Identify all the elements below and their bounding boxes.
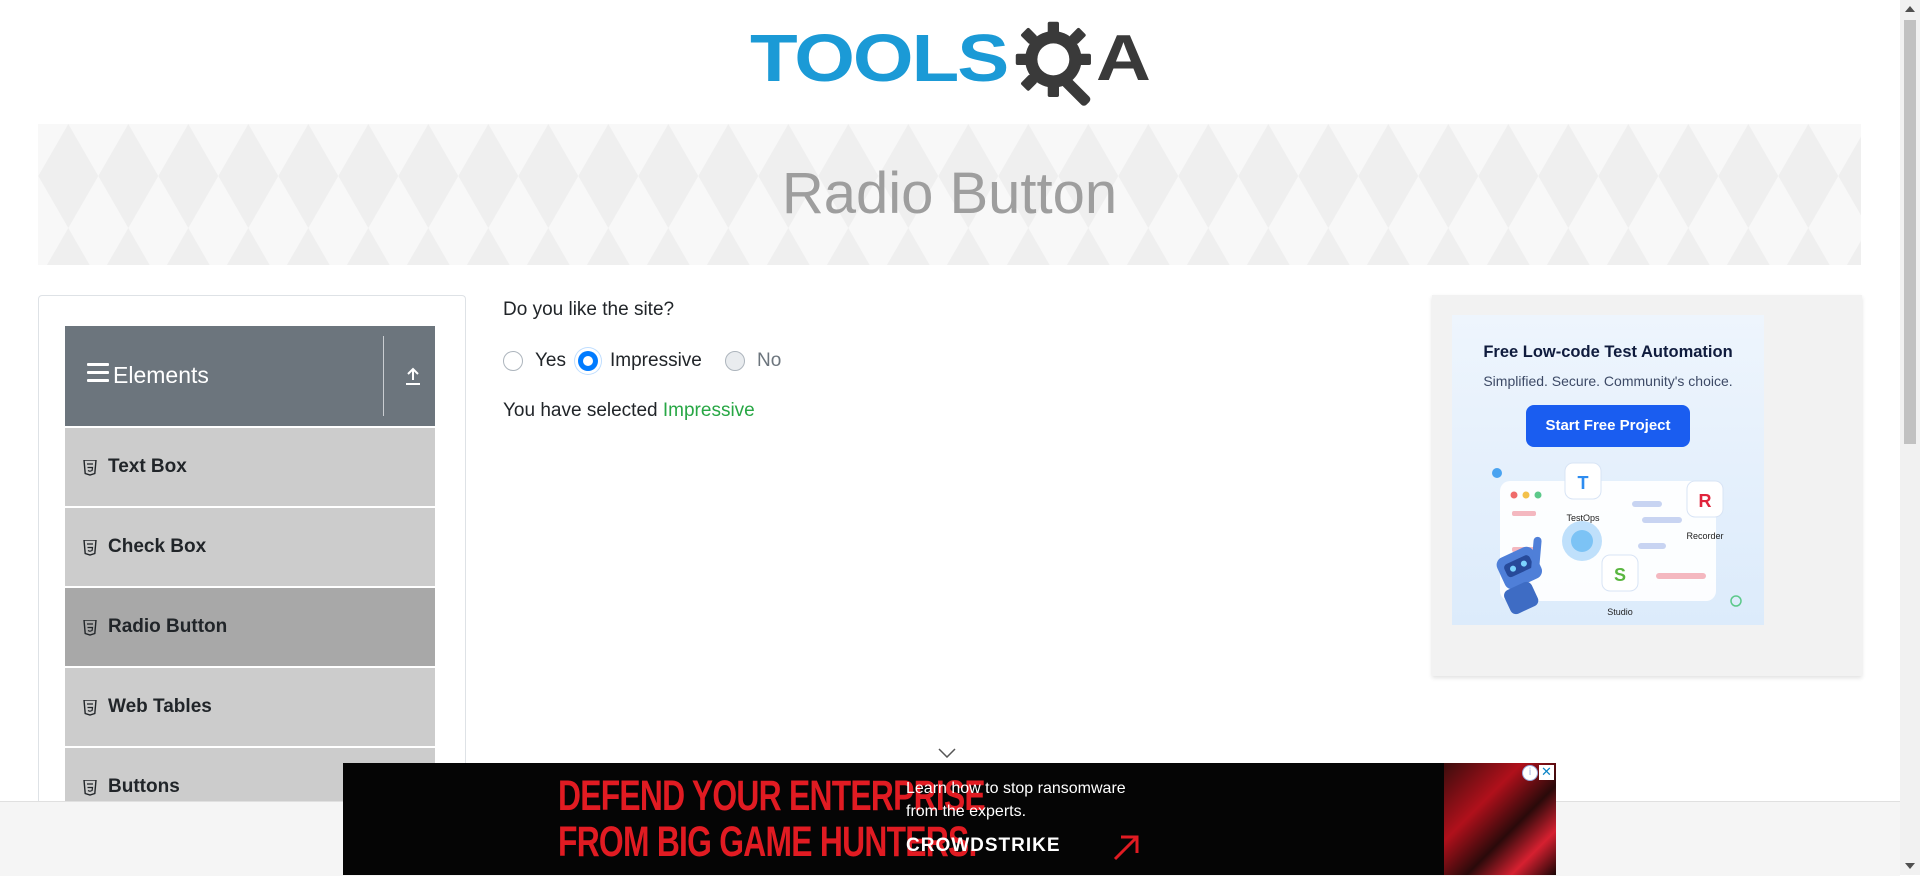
sidebar-item-label: Text Box (108, 456, 187, 477)
ad-label-testops: TestOps (1566, 513, 1600, 523)
svg-text:R: R (1699, 491, 1712, 511)
arrow-up-right-icon (1113, 835, 1139, 861)
radio-yes[interactable]: Yes (503, 348, 566, 374)
html5-icon (83, 700, 97, 716)
start-free-project-button[interactable]: Start Free Project (1526, 405, 1690, 447)
ad-copy: Learn how to stop ransomware from the ex… (906, 777, 1186, 823)
hamburger-icon (87, 363, 109, 383)
logo-word: TOOLS (750, 19, 1009, 96)
html5-icon (83, 460, 97, 476)
svg-text:S: S (1614, 565, 1626, 585)
html5-icon (83, 620, 97, 636)
ad-title: Free Low-code Test Automation (1483, 343, 1733, 361)
page-banner: Radio Button (38, 124, 1861, 265)
result-value: Impressive (662, 400, 755, 421)
result-prefix: You have selected (503, 400, 658, 421)
ad-label-recorder: Recorder (1686, 531, 1723, 541)
ad-copy-line2: from the experts. (906, 803, 1027, 820)
ad-illustration: T TestOps R Recorder S Studio (1492, 462, 1742, 617)
sidebar-item-label: Check Box (108, 536, 207, 557)
ad-bottom-banner[interactable]: DEFEND YOUR ENTERPRISE FROM BIG GAME HUN… (343, 763, 1556, 875)
chevron-down-icon[interactable] (938, 748, 956, 758)
scroll-up-arrow-icon[interactable] (1905, 6, 1915, 12)
html5-icon (83, 780, 97, 796)
sidebar-item-label: Web Tables (108, 696, 212, 717)
ad-close-icon[interactable]: ✕ (1539, 765, 1554, 780)
svg-text:T: T (1578, 473, 1589, 493)
ad-right-container: Free Low-code Test Automation Simplified… (1432, 295, 1862, 676)
radio-impressive-label[interactable]: Impressive (610, 350, 702, 372)
ad-info-icon[interactable]: i (1522, 765, 1538, 781)
sidebar-item-label: Buttons (108, 776, 180, 797)
gear-magnifier-icon (1015, 21, 1091, 106)
html5-icon (83, 540, 97, 556)
sidebar-item-web-tables[interactable]: Web Tables (65, 667, 435, 746)
radio-yes-input[interactable] (503, 351, 523, 371)
sidebar-item-radio-button[interactable]: Radio Button (65, 587, 435, 666)
page-scrollbar[interactable] (1900, 0, 1920, 875)
radio-question: Do you like the site? (503, 299, 675, 320)
scroll-down-arrow-icon[interactable] (1905, 863, 1915, 869)
radio-no: No (725, 348, 781, 374)
radio-no-input (725, 351, 745, 371)
ad-katalon-card[interactable]: Free Low-code Test Automation Simplified… (1452, 315, 1764, 625)
sidebar-item-label: Radio Button (108, 616, 228, 637)
radio-impressive[interactable]: Impressive (578, 348, 702, 374)
radio-yes-label[interactable]: Yes (535, 350, 566, 372)
selection-result: You have selected Impressive (503, 400, 755, 422)
sidebar-item-check-box[interactable]: Check Box (65, 507, 435, 586)
ad-brand: CROWDSTRIKE (906, 835, 1061, 856)
logo-a: A (1096, 21, 1151, 95)
sidebar-item-text-box[interactable]: Text Box (65, 427, 435, 506)
scrollbar-thumb[interactable] (1904, 20, 1916, 444)
radio-no-label: No (757, 350, 782, 371)
divider (383, 336, 384, 416)
sidebar-group-title: Elements (113, 362, 209, 388)
ad-subtitle: Simplified. Secure. Community's choice. (1483, 373, 1733, 389)
ad-label-studio: Studio (1607, 607, 1633, 617)
sidebar-group-elements[interactable]: Elements (65, 326, 435, 426)
ad-copy-line1: Learn how to stop ransomware (906, 780, 1126, 797)
collapse-arrow-icon[interactable] (401, 364, 425, 388)
radio-impressive-input[interactable] (578, 351, 598, 371)
toolsqa-logo[interactable]: TOOLS A (750, 18, 1154, 114)
page-title: Radio Button (781, 161, 1118, 226)
